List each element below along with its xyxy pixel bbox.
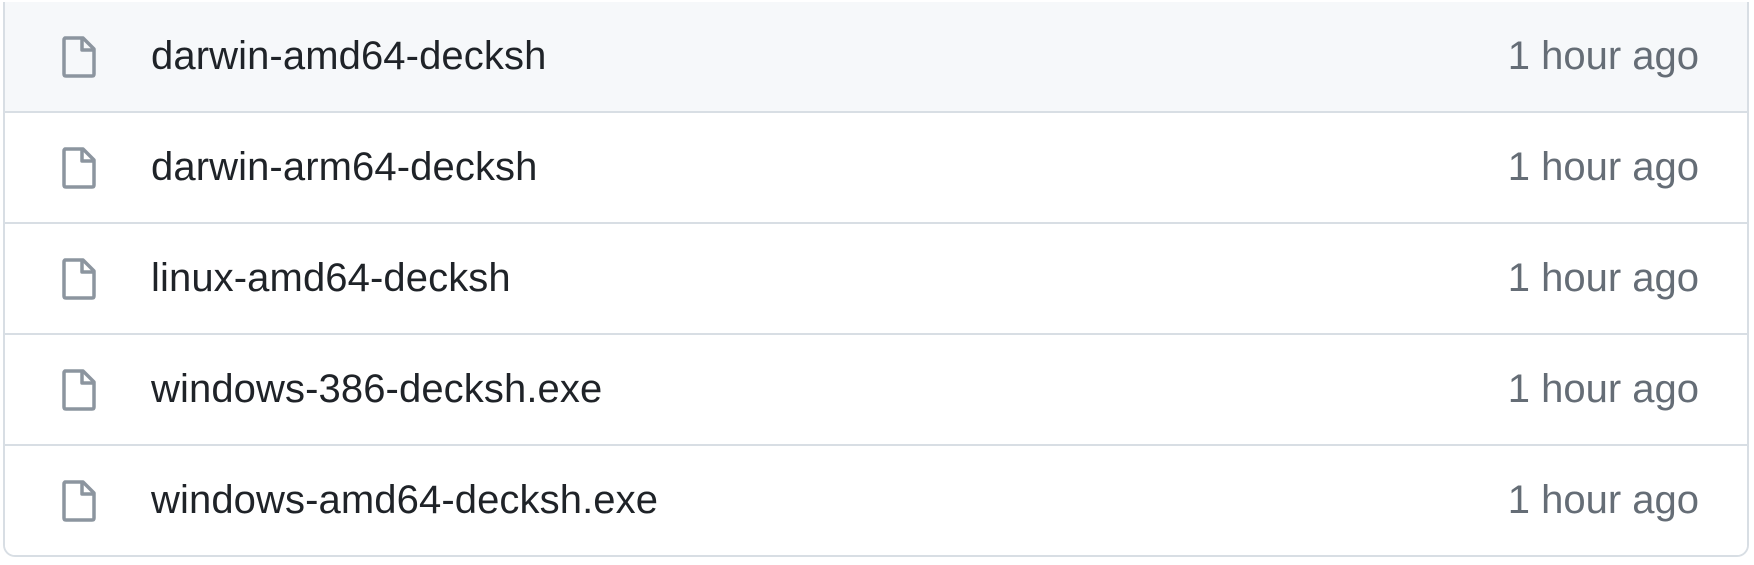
file-icon	[60, 367, 98, 413]
file-row-windows-386[interactable]: windows-386-decksh.exe 1 hour ago	[5, 335, 1747, 446]
file-row-windows-amd64[interactable]: windows-amd64-decksh.exe 1 hour ago	[5, 446, 1747, 555]
file-age: 1 hour ago	[1507, 256, 1699, 300]
file-age: 1 hour ago	[1507, 478, 1699, 522]
file-age: 1 hour ago	[1507, 34, 1699, 78]
file-icon	[60, 34, 98, 80]
file-list: darwin-amd64-decksh 1 hour ago darwin-ar…	[3, 2, 1749, 557]
file-name-link[interactable]: linux-amd64-decksh	[151, 256, 1508, 301]
file-name-link[interactable]: windows-amd64-decksh.exe	[151, 478, 1508, 523]
file-icon	[60, 145, 98, 191]
file-row-darwin-arm64[interactable]: darwin-arm64-decksh 1 hour ago	[5, 113, 1747, 224]
file-row-linux-amd64[interactable]: linux-amd64-decksh 1 hour ago	[5, 224, 1747, 335]
file-name-link[interactable]: darwin-amd64-decksh	[151, 34, 1508, 79]
file-icon	[60, 478, 98, 524]
file-age: 1 hour ago	[1507, 145, 1699, 189]
file-age: 1 hour ago	[1507, 367, 1699, 411]
file-name-link[interactable]: darwin-arm64-decksh	[151, 145, 1508, 190]
file-row-darwin-amd64[interactable]: darwin-amd64-decksh 1 hour ago	[5, 2, 1747, 113]
file-icon	[60, 256, 98, 302]
file-name-link[interactable]: windows-386-decksh.exe	[151, 367, 1508, 412]
